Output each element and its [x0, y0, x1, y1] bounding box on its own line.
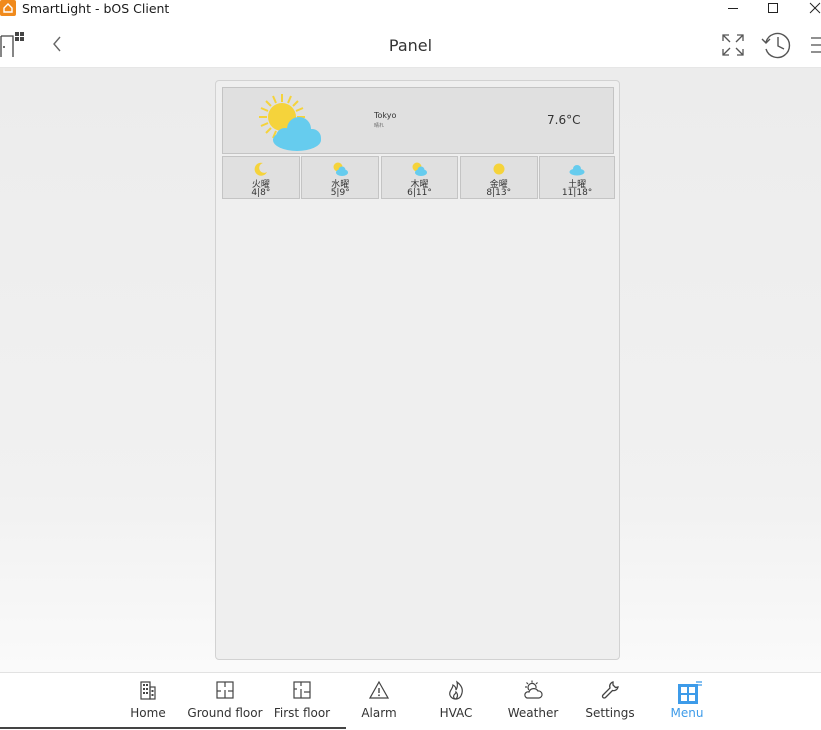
side-menu-button[interactable] — [808, 34, 821, 56]
forecast-row: 火曜 4|8° 水曜 5|9° 木曜 6|11° 金曜 8|13° 土曜 11|… — [222, 156, 615, 199]
partly-cloudy-icon — [255, 92, 325, 154]
close-icon — [809, 2, 821, 14]
maximize-icon — [768, 3, 778, 13]
forecast-temps: 11|18° — [561, 188, 593, 198]
moon-icon — [223, 161, 299, 177]
forecast-day[interactable]: 火曜 4|8° — [222, 156, 300, 199]
bottom-navigation: Home Ground floor First floor Alarm HVAC… — [0, 672, 821, 730]
minimize-button[interactable] — [718, 0, 748, 16]
minimize-icon — [728, 8, 738, 9]
maximize-button[interactable] — [758, 0, 788, 16]
flame-icon — [418, 680, 494, 702]
weather-icon — [495, 680, 571, 702]
forecast-day[interactable]: 金曜 8|13° — [459, 156, 538, 199]
app-header: Panel — [0, 18, 821, 68]
city-name: Tokyo — [374, 111, 397, 120]
nav-hvac[interactable]: HVAC — [418, 673, 494, 729]
history-button[interactable] — [760, 28, 794, 62]
floor-plan-icon — [187, 680, 263, 702]
fullscreen-button[interactable] — [720, 32, 746, 58]
building-icon — [110, 680, 186, 702]
nav-ground-floor[interactable]: Ground floor — [187, 673, 263, 729]
nav-alarm[interactable]: Alarm — [341, 673, 417, 729]
nav-first-floor[interactable]: First floor — [264, 673, 340, 729]
forecast-temps: 6|11° — [407, 188, 432, 198]
forecast-temps: 5|9° — [330, 188, 350, 198]
cloud-icon — [540, 161, 614, 177]
sun-cloud-icon — [382, 161, 458, 177]
sun-icon — [461, 161, 537, 177]
alarm-icon — [341, 680, 417, 702]
window-title: SmartLight - bOS Client — [22, 1, 170, 16]
nav-weather[interactable]: Weather — [495, 673, 571, 729]
current-temperature: 7.6°C — [547, 113, 581, 127]
current-weather-widget[interactable]: Tokyo 晴れ 7.6°C — [222, 87, 614, 154]
history-clock-icon — [761, 32, 791, 59]
forecast-day[interactable]: 木曜 6|11° — [380, 156, 459, 199]
nav-home[interactable]: Home — [110, 673, 186, 729]
weather-condition: 晴れ — [374, 123, 385, 129]
forecast-temps: 8|13° — [486, 188, 512, 198]
wrench-icon — [572, 680, 648, 702]
nav-label: Menu — [670, 706, 704, 720]
forecast-day[interactable]: 水曜 5|9° — [301, 156, 380, 199]
page-title: Panel — [388, 36, 433, 55]
taskbar-edge — [0, 727, 346, 729]
floor-plan-icon — [264, 680, 340, 702]
nav-menu[interactable]: Menu — [649, 673, 725, 729]
forecast-day[interactable]: 土曜 11|18° — [539, 156, 615, 199]
close-button[interactable] — [800, 0, 821, 16]
app-logo-icon — [0, 0, 16, 16]
expand-icon — [722, 34, 744, 56]
hamburger-icon — [811, 37, 821, 53]
sun-cloud-icon — [302, 161, 378, 177]
menu-grid-icon — [649, 680, 725, 704]
nav-settings[interactable]: Settings — [572, 673, 648, 729]
window-titlebar: SmartLight - bOS Client — [0, 0, 821, 18]
weather-panel: Tokyo 晴れ 7.6°C 火曜 4|8° 水曜 5|9° 木曜 6|11° — [215, 80, 620, 660]
forecast-temps: 4|8° — [251, 188, 271, 198]
